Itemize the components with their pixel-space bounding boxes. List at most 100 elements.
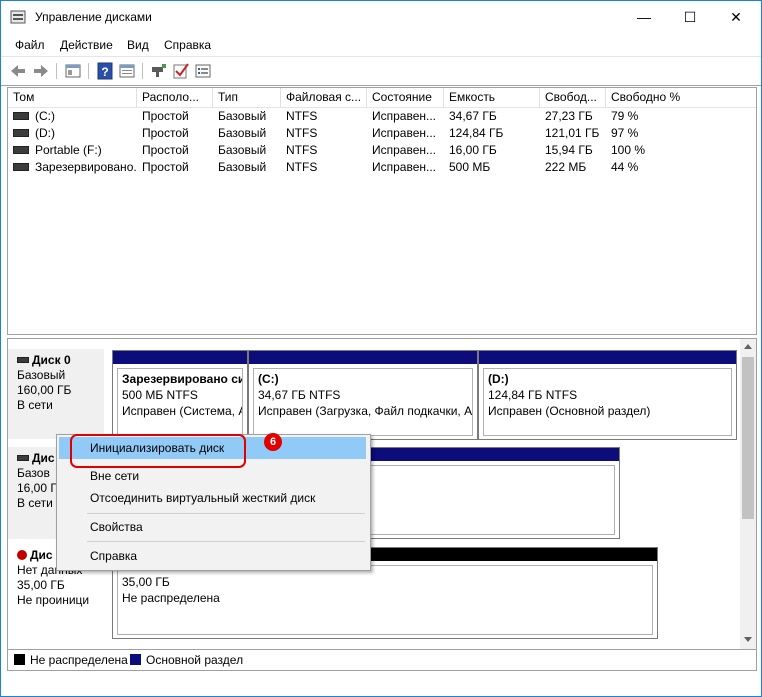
menu-item-properties[interactable]: Свойства <box>59 516 366 538</box>
table-cell: NTFS <box>286 126 318 140</box>
disk-2-name: Дис <box>30 548 53 562</box>
partition-bar <box>249 351 477 364</box>
volume-name-cell: Portable (F:) <box>8 142 137 159</box>
partition-status: Исправен (Система, А <box>122 404 243 418</box>
table-cell: 16,00 ГБ <box>449 143 497 157</box>
table-cell: 124,84 ГБ <box>449 126 504 140</box>
show-hide-tree-icon[interactable] <box>64 62 82 80</box>
column-header-layout[interactable]: Располо... <box>137 88 213 107</box>
volume-list: Том Располо... Тип Файловая с... Состоян… <box>7 87 757 335</box>
partition-title: (C:) <box>258 372 279 386</box>
table-row[interactable]: (C:) Простой Базовый NTFS Исправен... 34… <box>8 108 756 125</box>
partition-status: Не распределена <box>122 591 220 605</box>
menu-view[interactable]: Вид <box>127 38 149 52</box>
toolbar-separator <box>56 63 57 79</box>
column-header-free[interactable]: Свобод... <box>540 88 606 107</box>
column-header-volume[interactable]: Том <box>8 88 137 107</box>
step-badge: 6 <box>264 433 282 451</box>
disk-2-size: 35,00 ГБ <box>17 578 65 592</box>
table-cell: 27,23 ГБ <box>545 109 593 123</box>
disk-pane-scrollbar[interactable] <box>740 339 756 649</box>
partition-reserved[interactable]: Зарезервировано си 500 МБ NTFS Исправен … <box>112 350 248 440</box>
table-cell: Простой <box>142 143 189 157</box>
forward-icon[interactable] <box>32 62 50 80</box>
table-row[interactable]: Portable (F:) Простой Базовый NTFS Испра… <box>8 142 756 159</box>
scroll-up-icon[interactable] <box>744 343 752 349</box>
menu-item-offline[interactable]: Вне сети <box>59 465 366 487</box>
table-cell: 34,67 ГБ <box>449 109 497 123</box>
disk-0-status: В сети <box>17 398 53 412</box>
column-header-type[interactable]: Тип <box>213 88 281 107</box>
partition-d[interactable]: (D:) 124,84 ГБ NTFS Исправен (Основной р… <box>478 350 737 440</box>
table-cell: Базовый <box>218 160 267 174</box>
table-cell: Исправен... <box>372 143 437 157</box>
properties-icon[interactable] <box>118 62 136 80</box>
partition-details: Зарезервировано си 500 МБ NTFS Исправен … <box>117 368 243 436</box>
table-cell: Базовый <box>218 126 267 140</box>
scroll-down-icon[interactable] <box>744 637 752 643</box>
maximize-button[interactable]: ☐ <box>667 1 713 33</box>
partition-status: Исправен (Загрузка, Файл подкачки, А <box>258 404 473 418</box>
menu-item-detach-vhd[interactable]: Отсоединить виртуальный жесткий диск <box>59 487 366 509</box>
table-cell: 44 % <box>611 160 639 174</box>
menu-item-help[interactable]: Справка <box>59 545 366 567</box>
table-cell: Базовый <box>218 109 267 123</box>
partition-size: 500 МБ NTFS <box>122 388 198 402</box>
table-cell: 100 % <box>611 143 646 157</box>
column-header-capacity[interactable]: Емкость <box>444 88 540 107</box>
table-cell: NTFS <box>286 160 318 174</box>
table-cell: Простой <box>142 126 189 140</box>
toolbar: ? <box>1 56 761 86</box>
drive-icon <box>13 162 29 171</box>
disk-0-size: 160,00 ГБ <box>17 383 72 397</box>
partition-c[interactable]: (C:) 34,67 ГБ NTFS Исправен (Загрузка, Ф… <box>248 350 478 440</box>
table-cell: Исправен... <box>372 109 437 123</box>
minimize-button[interactable]: — <box>621 1 667 33</box>
menu-bar: Файл Действие Вид Справка <box>1 33 761 55</box>
svg-text:?: ? <box>101 65 108 79</box>
table-cell: Исправен... <box>372 160 437 174</box>
toolbar-separator <box>142 63 143 79</box>
partition-bar <box>113 351 247 364</box>
table-row[interactable]: (D:) Простой Базовый NTFS Исправен... 12… <box>8 125 756 142</box>
column-header-free-percent[interactable]: Свободно % <box>606 88 756 107</box>
legend-bar: Не распределена Основной раздел <box>7 649 757 671</box>
volume-name: Зарезервировано... <box>35 160 137 174</box>
volume-name-cell: (D:) <box>8 125 137 142</box>
table-cell: 97 % <box>611 126 639 140</box>
table-cell: 222 МБ <box>545 160 587 174</box>
disk-error-icon <box>17 549 27 560</box>
scroll-thumb[interactable] <box>742 357 754 519</box>
column-header-filesystem[interactable]: Файловая с... <box>281 88 367 107</box>
table-cell: Базовый <box>218 143 267 157</box>
volume-name-cell: Зарезервировано... <box>8 159 137 176</box>
partition-title: Зарезервировано си <box>122 372 243 386</box>
table-cell: 121,01 ГБ <box>545 126 600 140</box>
check-icon[interactable] <box>172 62 190 80</box>
volume-list-header: Том Располо... Тип Файловая с... Состоян… <box>8 88 756 108</box>
back-icon[interactable] <box>9 62 27 80</box>
partition-details: 35,00 ГБ Не распределена <box>117 565 653 635</box>
disk-0-name: Диск 0 <box>32 353 71 367</box>
menu-help[interactable]: Справка <box>164 38 211 52</box>
disk-0-label[interactable]: Диск 0 Базовый 160,00 ГБ В сети <box>8 349 104 439</box>
table-cell: 79 % <box>611 109 639 123</box>
volume-name: Portable (F:) <box>35 143 102 157</box>
legend-unallocated-swatch <box>14 654 25 665</box>
connect-icon[interactable] <box>150 62 168 80</box>
menu-file[interactable]: Файл <box>15 38 45 52</box>
toolbar-separator <box>88 63 89 79</box>
menu-separator <box>87 513 365 514</box>
drive-icon <box>13 111 29 120</box>
disk-2-status: Не проиници <box>17 593 90 607</box>
column-header-status[interactable]: Состояние <box>367 88 444 107</box>
list-icon[interactable] <box>194 62 212 80</box>
close-button[interactable]: ✕ <box>713 1 759 33</box>
partition-details: (C:) 34,67 ГБ NTFS Исправен (Загрузка, Ф… <box>253 368 473 436</box>
title-bar: Управление дисками — ☐ ✕ <box>1 1 761 33</box>
drive-icon <box>13 145 29 154</box>
menu-action[interactable]: Действие <box>60 38 113 52</box>
table-row[interactable]: Зарезервировано... Простой Базовый NTFS … <box>8 159 756 176</box>
volume-name: (C:) <box>35 109 55 123</box>
help-icon[interactable]: ? <box>96 62 114 80</box>
